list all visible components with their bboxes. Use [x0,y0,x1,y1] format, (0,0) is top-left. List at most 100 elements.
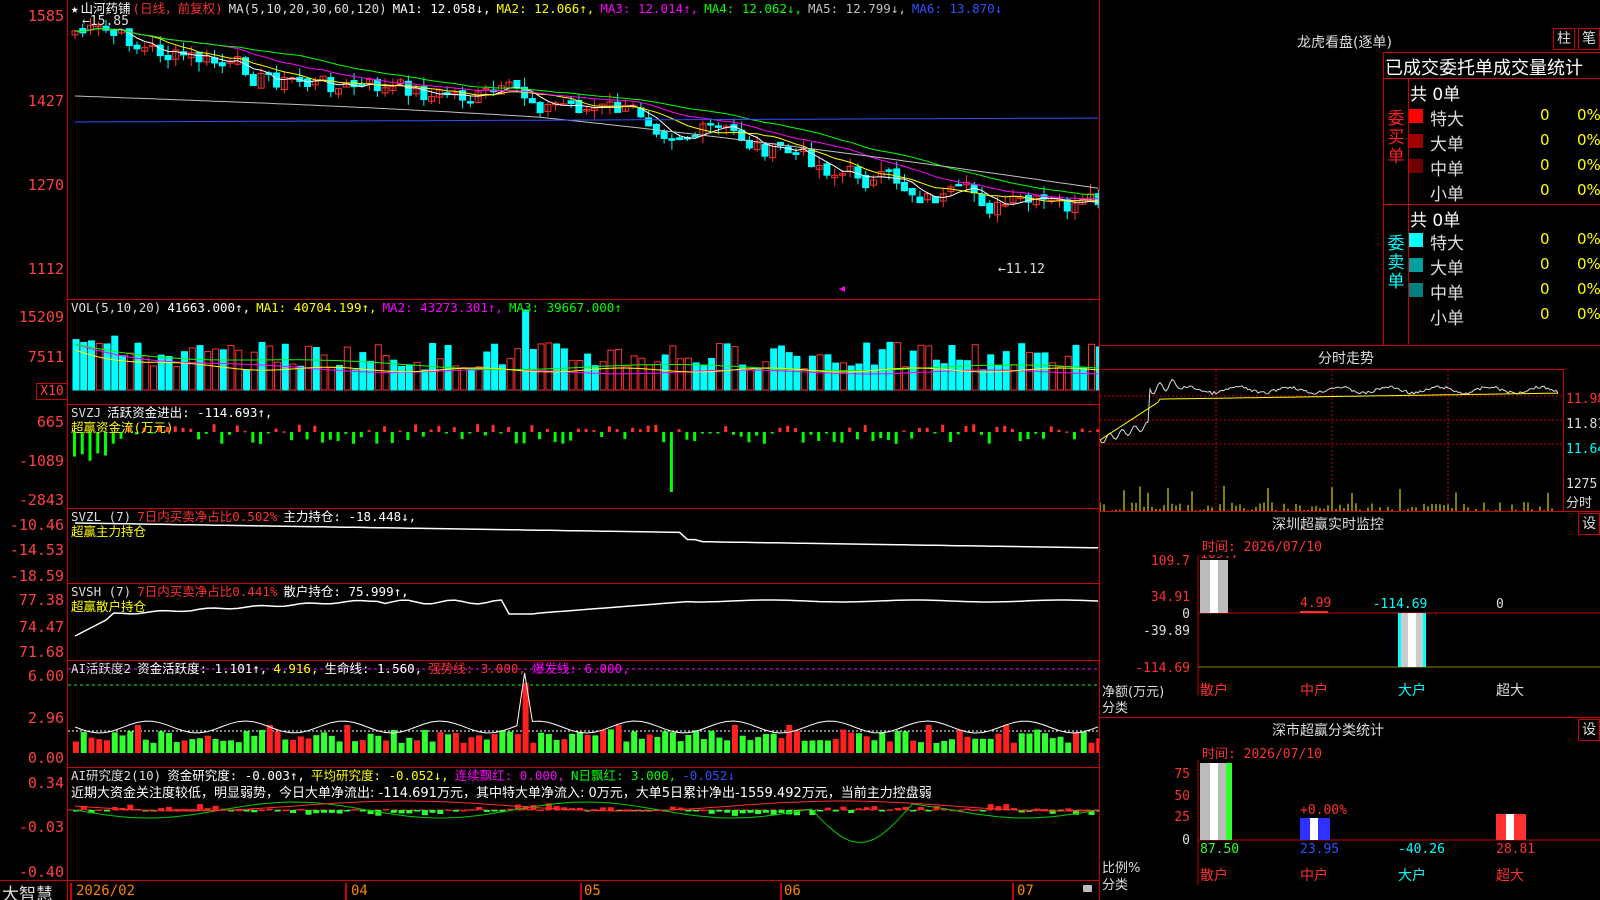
flow-bar [654,424,658,432]
sz-category: 中户 [1300,682,1328,699]
order-pct: 0% [1577,255,1600,273]
intraday-axis-mid: 11.81 [1566,417,1600,432]
flow-bar [243,430,247,433]
flow-bar [352,432,356,444]
research-bar [910,810,917,812]
research-bar [824,807,831,810]
lock-icon[interactable] [1083,885,1092,892]
tick-view-button[interactable]: 笔 [1578,28,1600,50]
vol-ma2: MA2: 43273.301↑, [382,300,503,315]
x-axis-label: 05 [584,883,601,899]
research-bar [483,810,490,812]
vol-label: VOL(5,10,20) [71,300,162,315]
research-bar [491,810,498,812]
sz-axis-label: 109.7 [1151,555,1190,569]
candle-body [528,98,536,104]
left-chart-area[interactable]: 1585 1427 1270 1112 ★ 山河药铺 (日线，前复权) MA(5,10… [0,0,1100,900]
ai-research-panel[interactable] [68,768,1099,881]
research-bar [708,810,715,814]
price-panel[interactable] [68,0,1099,300]
research-bar [243,810,250,812]
volume-bar [150,365,158,391]
svsh-axis-bot: 71.68 [18,643,64,661]
svzj-panel[interactable] [68,405,1099,509]
volume-bar [762,361,770,391]
order-count: 0 [1540,131,1550,149]
activity-bar [406,737,413,753]
order-type: 小单 [1430,185,1464,205]
flow-bar [925,427,929,432]
volume-bar [1010,364,1018,391]
flow-bar [623,432,627,439]
buy-order-row: 小单 0 0% [1405,180,1600,205]
activity-bar [104,740,111,753]
star-icon[interactable]: ★ [71,1,79,16]
activity-bar [638,738,645,753]
activity-bar [778,738,785,753]
activity-bar [623,741,630,753]
flow-bar [359,432,363,438]
sz-category: 散户 [1200,682,1228,699]
stat-chart[interactable]: 75 50 25 0 +0.05% +0.00% 87.50 23.95 -40.26 28.81… [1100,749,1600,900]
flow-bar [855,432,859,440]
research-bar [429,810,436,813]
stat-settings-button[interactable]: 设 [1578,719,1600,741]
activity-bar [832,739,839,753]
svzj-axis-2843: -2843 [18,491,64,509]
flow-bar [421,432,425,437]
flow-bar [1041,432,1045,439]
activity-bar [483,739,490,753]
volume-bar [940,363,948,391]
sz-monitor-chart[interactable]: 109.7 34.91 0 -39.89 -114.69 109.7 4.99 -114.69… [1100,547,1600,717]
ai-active-axis-mid: 2.96 [27,709,64,727]
activity-bar [328,735,335,753]
activity-bar [972,738,979,753]
volume-chart[interactable] [68,300,1099,405]
intraday-chart[interactable] [1099,370,1564,512]
flow-bar [933,432,937,434]
activity-bar [848,732,855,753]
flow-bar [677,429,681,432]
ai-active-chart[interactable] [68,661,1099,768]
volume-bar [731,346,739,391]
flow-bar [1018,432,1022,442]
ai-active-panel[interactable] [68,661,1099,768]
order-pct: 0% [1577,131,1600,149]
candle-body [707,123,715,126]
dragon-tiger-title: 龙虎看盘(逐单) [1297,35,1392,51]
bar-view-button[interactable]: 柱 [1553,28,1575,50]
activity-bar [677,741,684,753]
stat-chart-panel[interactable]: 75 50 25 0 +0.05% +0.00% 87.50 23.95 -40.26 28.81… [1100,749,1600,900]
research-bar [925,810,932,812]
flow-bar [638,429,642,432]
intraday-chart-panel[interactable] [1099,369,1564,512]
activity-bar [956,729,963,753]
flow-bar [483,432,487,436]
volume-panel[interactable] [68,300,1099,405]
activity-bar [274,731,281,753]
candle-body [885,169,893,172]
volume-bar [374,344,382,391]
flow-bar [344,432,348,434]
ai-active-v5: 爆发线: 6.000, [531,661,630,676]
activity-bar [576,732,583,753]
activity-bar [507,731,514,753]
candle-body [164,54,172,61]
activity-bar [948,739,955,753]
flow-bar [793,427,797,432]
order-type: 大单 [1430,259,1464,279]
flow-bar [1057,429,1061,432]
svzj-chart[interactable] [68,405,1099,509]
sz-settings-button[interactable]: 设 [1578,513,1600,535]
ma6-value: MA6: 13.870↓ [911,1,1003,16]
ai-research-chart[interactable] [68,768,1099,881]
sz-monitor-chart-panel[interactable]: 109.7 34.91 0 -39.89 -114.69 109.7 4.99 -114.69… [1100,547,1600,717]
volume-bar [708,358,716,391]
ai-research-v5: -0.052↓ [682,768,735,783]
flow-bar [398,430,402,433]
candlestick-chart[interactable] [68,0,1099,300]
flow-bar [1096,429,1099,432]
volume-bar [1080,367,1088,391]
color-swatch [1409,283,1423,297]
flow-bar [995,426,999,432]
